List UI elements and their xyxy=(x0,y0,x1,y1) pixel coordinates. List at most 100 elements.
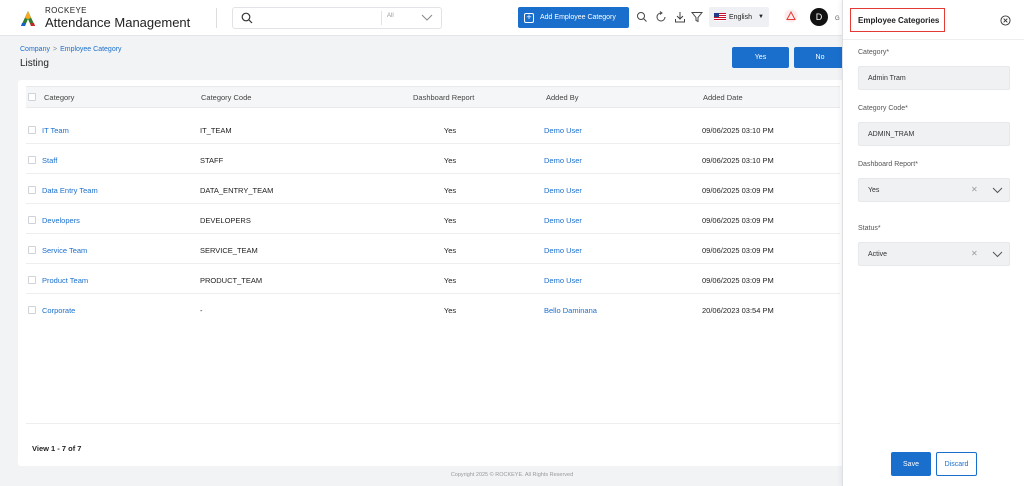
search-divider xyxy=(381,11,382,25)
column-header-dashboard-report[interactable]: Dashboard Report xyxy=(413,93,474,102)
table-row[interactable]: IT Team IT_TEAM Yes Demo User 09/06/2025… xyxy=(26,114,840,144)
added-by-link[interactable]: Demo User xyxy=(544,276,582,285)
dashboard-report-select[interactable]: Yes ✕ xyxy=(858,178,1010,202)
search-icon[interactable] xyxy=(636,11,648,23)
row-checkbox[interactable] xyxy=(28,156,36,164)
employee-category-panel: Employee Categories Category* Admin Tram… xyxy=(842,0,1024,486)
category-link[interactable]: Service Team xyxy=(42,246,87,255)
table-row[interactable]: Service Team SERVICE_TEAM Yes Demo User … xyxy=(26,234,840,264)
dashboard-report-label: Dashboard Report* xyxy=(858,161,918,168)
dashboard-report: Yes xyxy=(443,126,457,135)
status-value: Active xyxy=(868,250,888,258)
dashboard-report: Yes xyxy=(443,186,457,195)
clear-icon[interactable]: ✕ xyxy=(971,249,978,258)
app-title: Attendance Management xyxy=(45,15,191,30)
category-code-input[interactable]: ADMIN_TRAM xyxy=(858,122,1010,146)
breadcrumb-company[interactable]: Company xyxy=(20,46,50,53)
column-header-added-by[interactable]: Added By xyxy=(546,93,579,102)
dashboard-report: Yes xyxy=(443,156,457,165)
category-code: IT_TEAM xyxy=(200,126,232,135)
added-by-link[interactable]: Demo User xyxy=(544,216,582,225)
row-checkbox[interactable] xyxy=(28,306,36,314)
added-date: 09/06/2025 03:09 PM xyxy=(702,276,774,285)
category-code-label: Category Code* xyxy=(858,105,908,112)
brand-name-small: ROCKEYE xyxy=(45,6,87,15)
clear-icon[interactable]: ✕ xyxy=(971,185,978,194)
category-link[interactable]: Staff xyxy=(42,156,57,165)
search-input[interactable] xyxy=(259,11,379,25)
added-by-link[interactable]: Demo User xyxy=(544,126,582,135)
discard-button[interactable]: Discard xyxy=(936,452,977,476)
added-date: 20/06/2023 03:54 PM xyxy=(702,306,774,315)
breadcrumb-current[interactable]: Employee Category xyxy=(60,46,121,53)
row-checkbox[interactable] xyxy=(28,246,36,254)
category-link[interactable]: Data Entry Team xyxy=(42,186,98,195)
column-header-category[interactable]: Category xyxy=(44,93,74,102)
breadcrumb: Company > Employee Category xyxy=(20,46,122,53)
added-by-link[interactable]: Demo User xyxy=(544,246,582,255)
category-link[interactable]: Corporate xyxy=(42,306,75,315)
filter-icon[interactable] xyxy=(691,11,703,23)
dashboard-report: Yes xyxy=(443,216,457,225)
category-code: - xyxy=(200,306,203,315)
pagination-summary: View 1 - 7 of 7 xyxy=(32,444,82,453)
global-search[interactable]: All xyxy=(232,7,442,29)
row-checkbox[interactable] xyxy=(28,276,36,284)
logo-icon xyxy=(21,11,35,26)
select-all-checkbox[interactable] xyxy=(28,93,36,101)
row-checkbox[interactable] xyxy=(28,186,36,194)
chevron-down-icon[interactable] xyxy=(421,13,433,22)
table-row[interactable]: Staff STAFF Yes Demo User 09/06/2025 03:… xyxy=(26,144,840,174)
yes-button[interactable]: Yes xyxy=(732,47,789,68)
added-date: 09/06/2025 03:10 PM xyxy=(702,126,774,135)
category-label: Category* xyxy=(858,49,890,56)
row-checkbox[interactable] xyxy=(28,216,36,224)
plus-icon: + xyxy=(524,12,534,23)
category-code: STAFF xyxy=(200,156,224,165)
category-input[interactable]: Admin Tram xyxy=(858,66,1010,90)
dashboard-report: Yes xyxy=(443,246,457,255)
download-icon[interactable] xyxy=(674,11,686,23)
chevron-down-icon[interactable] xyxy=(992,250,1003,259)
added-date: 09/06/2025 03:10 PM xyxy=(702,156,774,165)
chevron-down-icon[interactable] xyxy=(992,186,1003,195)
refresh-icon[interactable] xyxy=(655,11,667,23)
dashboard-report: Yes xyxy=(443,276,457,285)
added-by-link[interactable]: Demo User xyxy=(544,156,582,165)
column-header-added-date[interactable]: Added Date xyxy=(703,93,743,102)
table-row[interactable]: Product Team PRODUCT_TEAM Yes Demo User … xyxy=(26,264,840,294)
table-row[interactable]: Data Entry Team DATA_ENTRY_TEAM Yes Demo… xyxy=(26,174,840,204)
column-header-category-code[interactable]: Category Code xyxy=(201,93,251,102)
alert-icon[interactable] xyxy=(784,9,798,23)
added-by-link[interactable]: Bello Daminana xyxy=(544,306,597,315)
add-employee-category-button[interactable]: + Add Employee Category xyxy=(518,7,629,28)
avatar[interactable]: D xyxy=(810,8,828,26)
save-button[interactable]: Save xyxy=(891,452,931,476)
dashboard-report-value: Yes xyxy=(868,186,880,194)
table-row[interactable]: Developers DEVELOPERS Yes Demo User 09/0… xyxy=(26,204,840,234)
category-link[interactable]: Product Team xyxy=(42,276,88,285)
category-code: PRODUCT_TEAM xyxy=(200,276,263,285)
table-header: Category Category Code Dashboard Report … xyxy=(26,86,840,108)
no-button[interactable]: No xyxy=(794,47,846,68)
category-link[interactable]: Developers xyxy=(42,216,80,225)
added-date: 09/06/2025 03:09 PM xyxy=(702,246,774,255)
flag-icon xyxy=(714,13,726,21)
category-code: SERVICE_TEAM xyxy=(200,246,258,255)
page-title: Listing xyxy=(20,58,49,69)
caret-down-icon: ▼ xyxy=(757,14,764,20)
breadcrumb-separator: > xyxy=(52,46,58,53)
status-label: Status* xyxy=(858,225,881,232)
category-code: DATA_ENTRY_TEAM xyxy=(200,186,274,195)
close-icon[interactable] xyxy=(1000,15,1011,26)
added-by-link[interactable]: Demo User xyxy=(544,186,582,195)
language-select[interactable]: English ▼ xyxy=(709,7,769,27)
add-button-label: Add Employee Category xyxy=(540,14,616,21)
table-row[interactable]: Corporate - Yes Bello Daminana 20/06/202… xyxy=(26,294,840,324)
search-icon[interactable] xyxy=(241,12,253,24)
status-select[interactable]: Active ✕ xyxy=(858,242,1010,266)
user-name-truncated[interactable]: G xyxy=(835,16,840,22)
search-scope-select[interactable]: All xyxy=(387,13,394,19)
row-checkbox[interactable] xyxy=(28,126,36,134)
category-link[interactable]: IT Team xyxy=(42,126,69,135)
